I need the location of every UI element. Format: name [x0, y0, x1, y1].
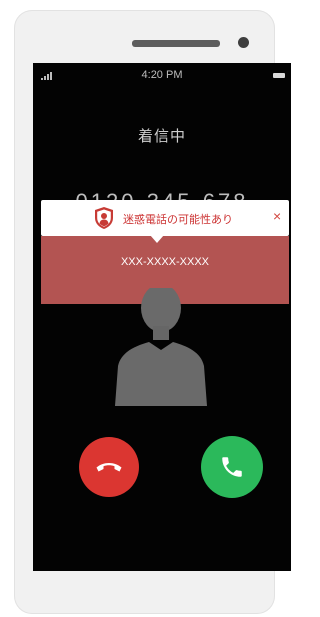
phone-icon	[222, 457, 242, 477]
close-icon[interactable]: ×	[273, 207, 281, 225]
battery-icon	[273, 73, 285, 78]
caller-avatar	[115, 288, 207, 406]
spam-alert-bubble: 迷惑電話の可能性あり ×	[41, 200, 289, 236]
phone-screen: 4:20 PM 着信中 0120-345-678 迷惑電話の可能性あり × XX…	[33, 63, 291, 571]
call-status: 着信中	[137, 128, 186, 145]
phone-hangup-icon	[96, 463, 122, 472]
speaker-grille	[132, 40, 220, 47]
phone-frame: 4:20 PM 着信中 0120-345-678 迷惑電話の可能性あり × XX…	[14, 10, 291, 614]
spam-alert-message: 迷惑電話の可能性あり	[123, 214, 233, 226]
masked-number: XXX-XXXX-XXXX	[120, 256, 210, 268]
front-camera	[238, 37, 249, 48]
shield-icon	[95, 207, 113, 229]
alert-pointer	[150, 235, 164, 243]
status-time: 4:20 PM	[141, 69, 183, 81]
accept-button[interactable]	[201, 436, 263, 498]
decline-button[interactable]	[79, 437, 139, 497]
